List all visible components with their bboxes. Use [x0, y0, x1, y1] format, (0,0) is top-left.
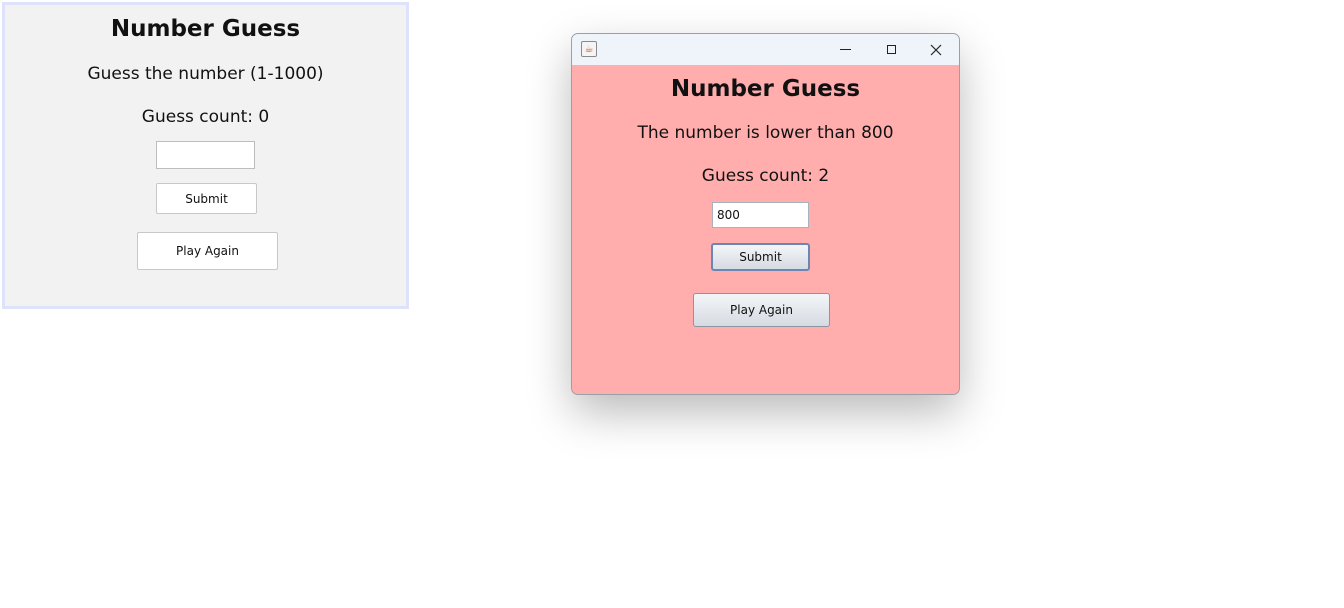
minimize-button[interactable]	[822, 34, 868, 65]
play-again-button[interactable]: Play Again	[693, 293, 830, 327]
guess-prompt: Guess the number (1-1000)	[87, 64, 324, 84]
guess-count-label: Guess count: 0	[141, 107, 270, 127]
submit-button[interactable]: Submit	[156, 183, 257, 214]
window-titlebar[interactable]: ☕	[572, 34, 959, 65]
close-button[interactable]	[913, 34, 959, 65]
panel-title: Number Guess	[110, 16, 301, 42]
play-again-button[interactable]: Play Again	[137, 232, 278, 270]
maximize-icon	[886, 45, 896, 54]
guess-input[interactable]: 800	[712, 202, 809, 228]
window-content: Number Guess The number is lower than 80…	[572, 65, 959, 394]
hint-message: The number is lower than 800	[637, 123, 894, 143]
guess-count-label: Guess count: 2	[701, 166, 830, 186]
guess-input[interactable]	[156, 141, 255, 169]
number-guess-panel: Number Guess Guess the number (1-1000) G…	[2, 2, 409, 309]
minimize-icon	[839, 49, 851, 50]
number-guess-window: ☕ Number Guess The number is lower than …	[571, 33, 960, 395]
maximize-button[interactable]	[868, 34, 914, 65]
java-cup-icon: ☕	[581, 41, 597, 57]
window-title-heading: Number Guess	[670, 76, 861, 102]
close-icon	[930, 44, 942, 55]
submit-button[interactable]: Submit	[711, 243, 810, 271]
